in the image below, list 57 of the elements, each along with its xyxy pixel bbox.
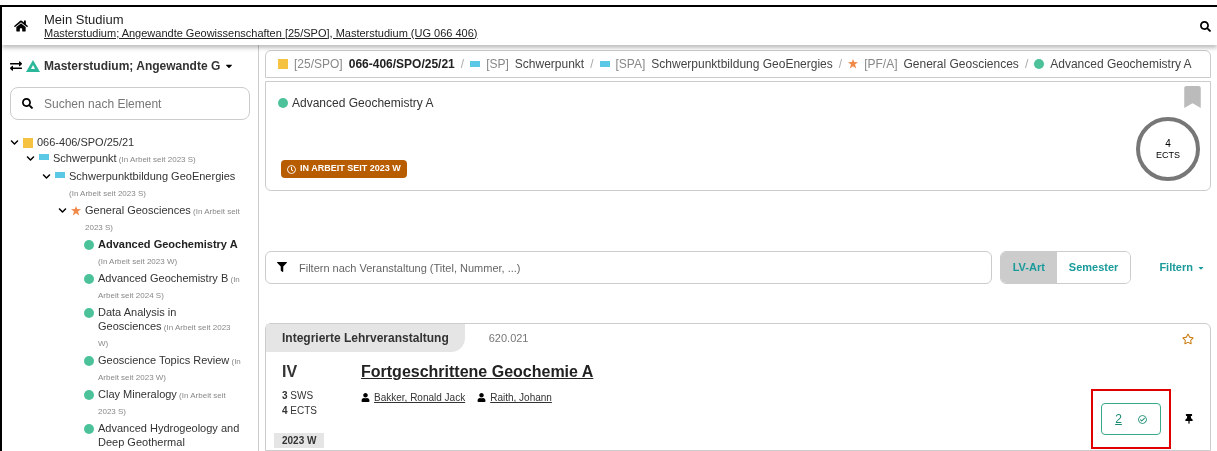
filter-field[interactable]: Filtern nach Veranstaltung (Titel, Nummer, ...) — [265, 251, 992, 284]
tree-item[interactable]: General Geosciences (In Arbeit seit 2023 S) — [85, 203, 242, 235]
lecturer-link[interactable]: Bakker, Ronald Jack — [374, 390, 466, 405]
pin-icon[interactable] — [1184, 414, 1194, 424]
course-abbreviation: IV — [282, 362, 299, 382]
course-title-link[interactable]: Fortgeschrittene Geochemie A — [361, 360, 594, 384]
count-button[interactable]: 2 — [1101, 403, 1161, 435]
breadcrumb-code: [25/SPO] — [294, 56, 343, 73]
tree-item[interactable]: 066-406/SPO/25/21 — [37, 135, 135, 149]
tree-item[interactable]: Advanced Geochemistry A (In Arbeit seit 2023 W) — [98, 237, 242, 269]
ects-text: 4 ECTS — [282, 404, 317, 418]
ects-unit: ECTS — [1156, 150, 1180, 160]
separator: / — [1024, 56, 1029, 73]
tree-item[interactable]: Schwerpunkt (In Arbeit seit 2023 S) — [53, 151, 196, 167]
breadcrumb-code: [SPA] — [615, 56, 646, 73]
check-icon — [1137, 414, 1147, 424]
switch-icon[interactable] — [10, 60, 22, 72]
breadcrumb-link[interactable]: Schwerpunktbildung GeoEnergies — [651, 55, 833, 73]
semester-tag: 2023 W — [274, 433, 325, 448]
chevron-icon[interactable] — [42, 172, 51, 181]
breadcrumb-link[interactable]: 066-406/SPO/25/21 — [348, 55, 455, 73]
breadcrumb-link[interactable]: Advanced Geochemistry A — [1050, 55, 1192, 73]
search-icon[interactable] — [1200, 20, 1211, 32]
breadcrumb-link[interactable]: General Geosciences — [903, 55, 1019, 73]
separator: / — [460, 56, 465, 73]
person-icon — [477, 393, 487, 402]
sws-text: 3 SWS — [282, 389, 315, 403]
ects-value: 4 — [1165, 138, 1171, 150]
lecturer-link[interactable]: Raith, Johann — [490, 390, 552, 405]
chevron-icon[interactable] — [26, 154, 35, 163]
page-title: Mein Studium — [44, 12, 125, 27]
separator: / — [590, 56, 594, 73]
separator: / — [838, 56, 843, 73]
tree-item[interactable]: Geoscience Topics Review (In Arbeit seit 2023 W) — [98, 353, 242, 385]
home-icon[interactable] — [14, 19, 28, 33]
search-icon — [22, 98, 33, 109]
filter-icon — [277, 262, 287, 272]
star-icon[interactable] — [1182, 333, 1194, 345]
tree-item[interactable]: Advanced Hydrogeology and Deep Geothermal — [98, 421, 242, 449]
breadcrumb-code: [PF/A] — [864, 56, 898, 73]
tree-item[interactable]: Clay Mineralogy (In Arbeit seit 2023 S) — [98, 387, 242, 419]
tree-item[interactable]: Data Analysis in Geosciences (In Arbeit seit 2023 W) — [98, 305, 242, 351]
person-icon — [361, 393, 370, 402]
tree-item[interactable]: Schwerpunktbildung GeoEnergies (In Arbeit seit 2023 S) — [69, 169, 242, 201]
breadcrumb-link[interactable]: Schwerpunkt — [514, 55, 585, 73]
chevron-icon[interactable] — [58, 206, 67, 215]
program-link[interactable]: Masterstudium; Angewandte Geowissenschaften [25/SPO], Masterstudium (UG 066 406) — [44, 26, 1184, 40]
detail-title: Advanced Geochemistry A — [292, 95, 434, 112]
clock-icon — [287, 164, 296, 174]
chevron-icon[interactable] — [10, 138, 19, 147]
tree-item[interactable]: Advanced Geochemistry B (In Arbeit seit 2024 S) — [98, 271, 242, 303]
breadcrumb-code: [SP] — [486, 56, 509, 73]
program-selector[interactable]: Masterstudium; Angewandte G — [44, 57, 221, 75]
course-number: 620.021 — [488, 330, 529, 346]
triangle-icon — [26, 60, 40, 72]
search-field[interactable]: Suchen nach Element — [10, 87, 250, 120]
status-badge: IN ARBEIT SEIT 2023 W — [281, 160, 407, 178]
